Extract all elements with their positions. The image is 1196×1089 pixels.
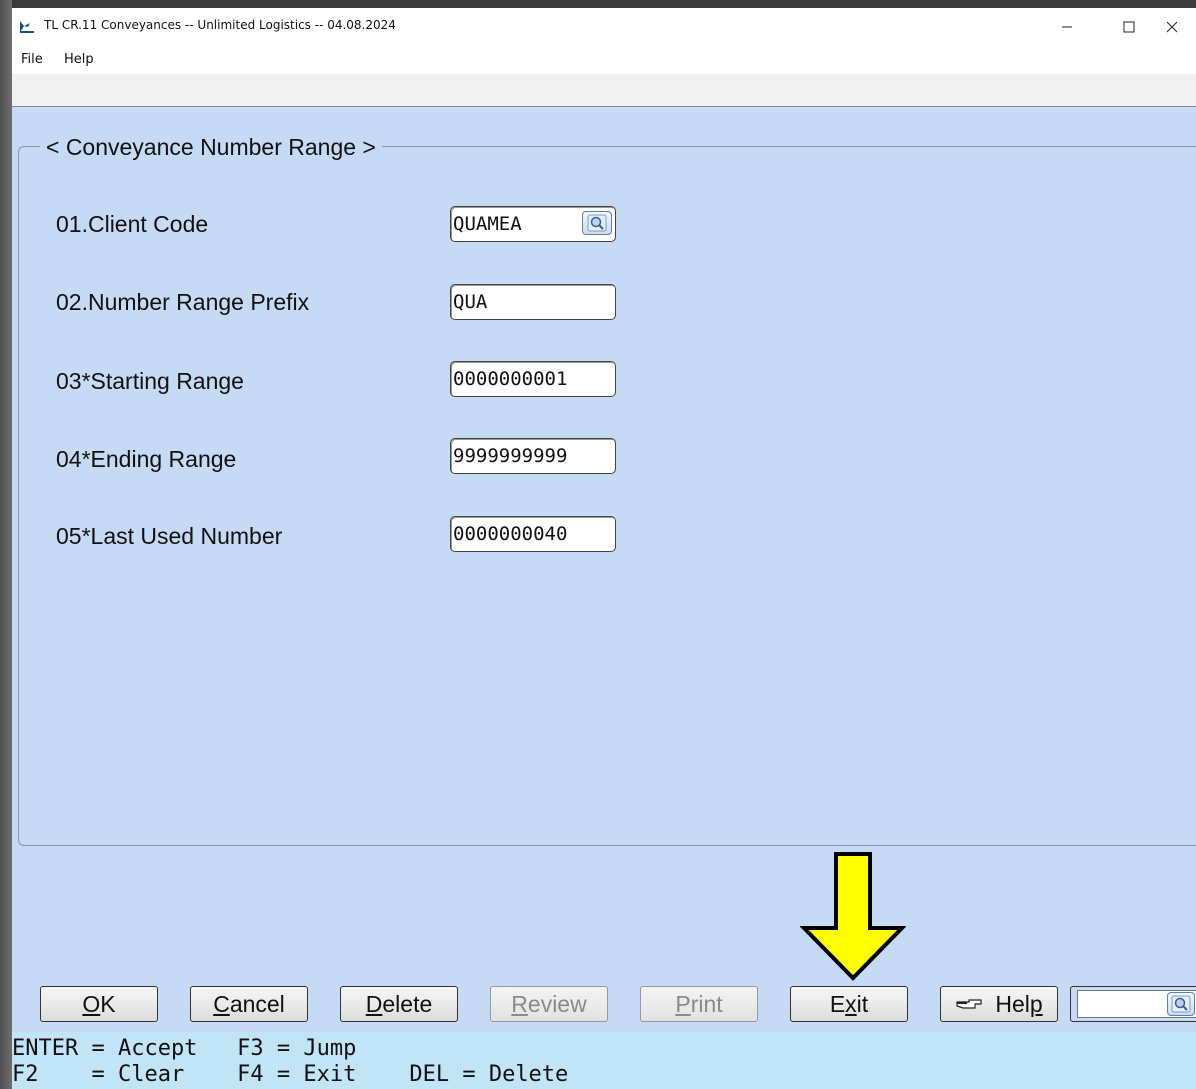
number-range-prefix-label: 02.Number Range Prefix xyxy=(56,289,310,315)
minimize-icon xyxy=(1062,26,1072,28)
exit-button[interactable]: Exit xyxy=(790,986,908,1022)
ending-range-input[interactable] xyxy=(450,438,616,474)
group-title: < Conveyance Number Range > xyxy=(40,134,382,161)
maximize-icon xyxy=(1123,21,1135,33)
help-button[interactable]: Help xyxy=(940,986,1058,1022)
delete-button[interactable]: Delete xyxy=(340,986,458,1022)
quick-search-field xyxy=(1070,986,1196,1022)
conveyance-range-group xyxy=(18,146,1196,846)
menu-file[interactable]: File xyxy=(21,52,43,67)
menu-bar: File Help xyxy=(12,46,1196,74)
cancel-button-label: Cancel xyxy=(213,990,285,1017)
print-button-label: Print xyxy=(675,990,723,1017)
desktop-background-strip xyxy=(0,0,12,1089)
ending-range-label: 04*Ending Range xyxy=(56,446,237,472)
menu-help[interactable]: Help xyxy=(64,52,94,67)
number-range-prefix-input[interactable] xyxy=(450,284,616,320)
exit-button-label: Exit xyxy=(829,990,869,1017)
app-bird-icon xyxy=(20,21,34,33)
close-button[interactable] xyxy=(1166,8,1196,46)
last-used-number-label: 05*Last Used Number xyxy=(56,523,283,549)
review-button[interactable]: Review xyxy=(490,986,608,1022)
client-code-lookup-button[interactable] xyxy=(582,211,612,235)
print-button[interactable]: Print xyxy=(640,986,758,1022)
help-button-label: Help xyxy=(995,990,1043,1017)
last-used-number-input[interactable] xyxy=(450,516,616,552)
client-code-field xyxy=(450,206,616,242)
close-icon xyxy=(1166,21,1178,33)
magnifier-icon xyxy=(587,214,607,232)
minimize-button[interactable] xyxy=(1044,8,1090,46)
maximize-button[interactable] xyxy=(1106,8,1152,46)
starting-range-label: 03*Starting Range xyxy=(56,368,244,394)
yellow-down-arrow-icon xyxy=(800,852,906,981)
magnifier-icon xyxy=(1171,995,1191,1013)
app-window: TL CR.11 Conveyances -- Unlimited Logist… xyxy=(12,8,1196,1089)
toolbar xyxy=(12,74,1196,107)
status-line-1: ENTER = Accept F3 = Jump xyxy=(12,1036,357,1061)
client-code-label: 01.Client Code xyxy=(56,211,209,237)
cancel-button[interactable]: Cancel xyxy=(190,986,308,1022)
ok-button-label: OK xyxy=(82,990,116,1017)
starting-range-input[interactable] xyxy=(450,361,616,397)
window-title: TL CR.11 Conveyances -- Unlimited Logist… xyxy=(44,18,396,32)
review-button-label: Review xyxy=(511,990,587,1017)
pointing-hand-icon xyxy=(956,999,982,1009)
quick-search-button[interactable] xyxy=(1167,992,1195,1016)
ok-button[interactable]: OK xyxy=(40,986,158,1022)
delete-button-label: Delete xyxy=(365,990,433,1017)
title-bar: TL CR.11 Conveyances -- Unlimited Logist… xyxy=(12,8,1196,46)
function-key-status-bar: ENTER = Accept F3 = Jump F2 = Clear F4 =… xyxy=(12,1032,1196,1089)
status-line-2: F2 = Clear F4 = Exit DEL = Delete xyxy=(12,1062,569,1087)
